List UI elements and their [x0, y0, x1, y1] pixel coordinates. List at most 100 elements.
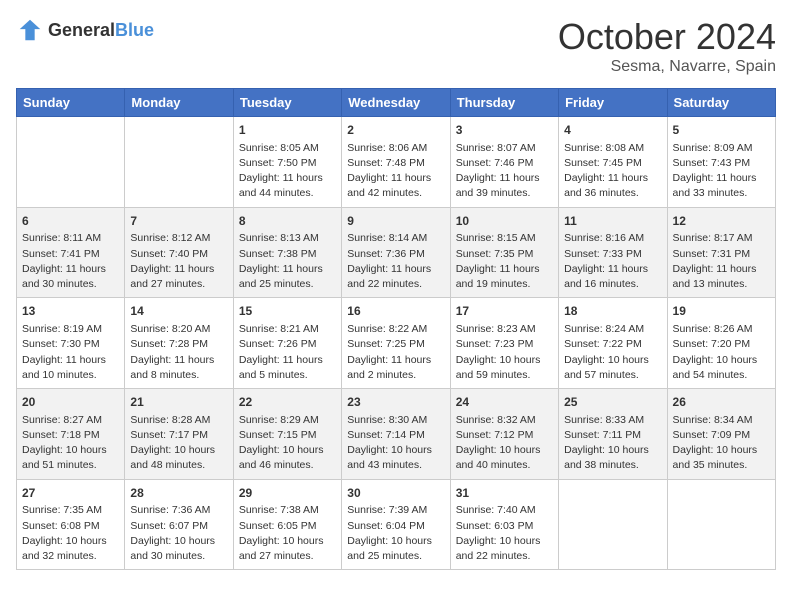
logo-icon: [16, 16, 44, 44]
day-number: 16: [347, 303, 444, 320]
day-number: 3: [456, 122, 553, 139]
cell-content: Sunrise: 7:36 AMSunset: 6:07 PMDaylight:…: [130, 503, 227, 564]
calendar-cell: 25 Sunrise: 8:33 AMSunset: 7:11 PMDayligh…: [559, 389, 667, 480]
calendar-cell: [125, 117, 233, 208]
location-title: Sesma, Navarre, Spain: [558, 58, 776, 76]
cell-content: Sunrise: 8:05 AMSunset: 7:50 PMDaylight:…: [239, 141, 336, 202]
day-number: 28: [130, 485, 227, 502]
day-number: 2: [347, 122, 444, 139]
calendar-cell: 20 Sunrise: 8:27 AMSunset: 7:18 PMDayligh…: [17, 389, 125, 480]
cell-content: Sunrise: 8:26 AMSunset: 7:20 PMDaylight:…: [673, 322, 770, 383]
day-number: 19: [673, 303, 770, 320]
cell-content: Sunrise: 8:29 AMSunset: 7:15 PMDaylight:…: [239, 413, 336, 474]
day-number: 8: [239, 213, 336, 230]
cell-content: Sunrise: 8:17 AMSunset: 7:31 PMDaylight:…: [673, 231, 770, 292]
day-number: 17: [456, 303, 553, 320]
cell-content: Sunrise: 8:08 AMSunset: 7:45 PMDaylight:…: [564, 141, 661, 202]
day-number: 24: [456, 394, 553, 411]
day-number: 7: [130, 213, 227, 230]
logo: GeneralBlue: [16, 16, 154, 44]
calendar-cell: 13 Sunrise: 8:19 AMSunset: 7:30 PMDayligh…: [17, 298, 125, 389]
day-number: 6: [22, 213, 119, 230]
cell-content: Sunrise: 8:19 AMSunset: 7:30 PMDaylight:…: [22, 322, 119, 383]
cell-content: Sunrise: 8:14 AMSunset: 7:36 PMDaylight:…: [347, 231, 444, 292]
logo-blue: Blue: [115, 20, 154, 40]
cell-content: Sunrise: 8:23 AMSunset: 7:23 PMDaylight:…: [456, 322, 553, 383]
cell-content: Sunrise: 8:22 AMSunset: 7:25 PMDaylight:…: [347, 322, 444, 383]
day-number: 18: [564, 303, 661, 320]
cell-content: Sunrise: 7:38 AMSunset: 6:05 PMDaylight:…: [239, 503, 336, 564]
calendar-cell: 11Sunrise: 8:16 AMSunset: 7:33 PMDayligh…: [559, 207, 667, 298]
day-number: 23: [347, 394, 444, 411]
calendar-cell: 4 Sunrise: 8:08 AMSunset: 7:45 PMDaylight…: [559, 117, 667, 208]
cell-content: Sunrise: 7:40 AMSunset: 6:03 PMDaylight:…: [456, 503, 553, 564]
calendar-cell: 24 Sunrise: 8:32 AMSunset: 7:12 PMDayligh…: [450, 389, 558, 480]
day-header-wednesday: Wednesday: [342, 89, 450, 117]
cell-content: Sunrise: 8:20 AMSunset: 7:28 PMDaylight:…: [130, 322, 227, 383]
day-header-tuesday: Tuesday: [233, 89, 341, 117]
calendar-cell: 27Sunrise: 7:35 AMSunset: 6:08 PMDayligh…: [17, 479, 125, 570]
day-number: 15: [239, 303, 336, 320]
calendar-cell: 6Sunrise: 8:11 AMSunset: 7:41 PMDaylight…: [17, 207, 125, 298]
cell-content: Sunrise: 8:09 AMSunset: 7:43 PMDaylight:…: [673, 141, 770, 202]
day-header-monday: Monday: [125, 89, 233, 117]
day-number: 22: [239, 394, 336, 411]
calendar-cell: 8Sunrise: 8:13 AMSunset: 7:38 PMDaylight…: [233, 207, 341, 298]
calendar-cell: 18 Sunrise: 8:24 AMSunset: 7:22 PMDayligh…: [559, 298, 667, 389]
day-number: 11: [564, 213, 661, 230]
cell-content: Sunrise: 8:32 AMSunset: 7:12 PMDaylight:…: [456, 413, 553, 474]
day-number: 21: [130, 394, 227, 411]
calendar-header-row: SundayMondayTuesdayWednesdayThursdayFrid…: [17, 89, 776, 117]
day-header-sunday: Sunday: [17, 89, 125, 117]
calendar-week-row: 27Sunrise: 7:35 AMSunset: 6:08 PMDayligh…: [17, 479, 776, 570]
cell-content: Sunrise: 8:30 AMSunset: 7:14 PMDaylight:…: [347, 413, 444, 474]
day-number: 1: [239, 122, 336, 139]
cell-content: Sunrise: 8:16 AMSunset: 7:33 PMDaylight:…: [564, 231, 661, 292]
calendar-week-row: 20 Sunrise: 8:27 AMSunset: 7:18 PMDayligh…: [17, 389, 776, 480]
cell-content: Sunrise: 8:12 AMSunset: 7:40 PMDaylight:…: [130, 231, 227, 292]
calendar-cell: 29Sunrise: 7:38 AMSunset: 6:05 PMDayligh…: [233, 479, 341, 570]
calendar-cell: 7Sunrise: 8:12 AMSunset: 7:40 PMDaylight…: [125, 207, 233, 298]
cell-content: Sunrise: 8:27 AMSunset: 7:18 PMDaylight:…: [22, 413, 119, 474]
cell-content: Sunrise: 8:21 AMSunset: 7:26 PMDaylight:…: [239, 322, 336, 383]
day-number: 27: [22, 485, 119, 502]
day-number: 5: [673, 122, 770, 139]
day-number: 13: [22, 303, 119, 320]
calendar-cell: 1 Sunrise: 8:05 AMSunset: 7:50 PMDaylight…: [233, 117, 341, 208]
calendar-cell: 9Sunrise: 8:14 AMSunset: 7:36 PMDaylight…: [342, 207, 450, 298]
day-number: 9: [347, 213, 444, 230]
calendar-cell: 23 Sunrise: 8:30 AMSunset: 7:14 PMDayligh…: [342, 389, 450, 480]
calendar-cell: 22 Sunrise: 8:29 AMSunset: 7:15 PMDayligh…: [233, 389, 341, 480]
calendar-cell: 12Sunrise: 8:17 AMSunset: 7:31 PMDayligh…: [667, 207, 775, 298]
cell-content: Sunrise: 8:11 AMSunset: 7:41 PMDaylight:…: [22, 231, 119, 292]
day-header-thursday: Thursday: [450, 89, 558, 117]
cell-content: Sunrise: 8:13 AMSunset: 7:38 PMDaylight:…: [239, 231, 336, 292]
calendar-cell: [667, 479, 775, 570]
cell-content: Sunrise: 8:24 AMSunset: 7:22 PMDaylight:…: [564, 322, 661, 383]
day-number: 26: [673, 394, 770, 411]
cell-content: Sunrise: 8:07 AMSunset: 7:46 PMDaylight:…: [456, 141, 553, 202]
day-number: 12: [673, 213, 770, 230]
calendar-week-row: 1 Sunrise: 8:05 AMSunset: 7:50 PMDaylight…: [17, 117, 776, 208]
calendar-cell: 2Sunrise: 8:06 AMSunset: 7:48 PMDaylight…: [342, 117, 450, 208]
month-title: October 2024: [558, 16, 776, 58]
page-header: GeneralBlue October 2024 Sesma, Navarre,…: [16, 16, 776, 76]
calendar-cell: 30Sunrise: 7:39 AMSunset: 6:04 PMDayligh…: [342, 479, 450, 570]
calendar-cell: [17, 117, 125, 208]
day-number: 4: [564, 122, 661, 139]
calendar-cell: 15 Sunrise: 8:21 AMSunset: 7:26 PMDayligh…: [233, 298, 341, 389]
day-number: 20: [22, 394, 119, 411]
cell-content: Sunrise: 7:39 AMSunset: 6:04 PMDaylight:…: [347, 503, 444, 564]
calendar-cell: 26Sunrise: 8:34 AMSunset: 7:09 PMDayligh…: [667, 389, 775, 480]
calendar-table: SundayMondayTuesdayWednesdayThursdayFrid…: [16, 88, 776, 570]
day-number: 30: [347, 485, 444, 502]
day-number: 31: [456, 485, 553, 502]
calendar-cell: 3 Sunrise: 8:07 AMSunset: 7:46 PMDaylight…: [450, 117, 558, 208]
day-number: 25: [564, 394, 661, 411]
calendar-cell: 28Sunrise: 7:36 AMSunset: 6:07 PMDayligh…: [125, 479, 233, 570]
cell-content: Sunrise: 7:35 AMSunset: 6:08 PMDaylight:…: [22, 503, 119, 564]
cell-content: Sunrise: 8:28 AMSunset: 7:17 PMDaylight:…: [130, 413, 227, 474]
calendar-week-row: 13 Sunrise: 8:19 AMSunset: 7:30 PMDayligh…: [17, 298, 776, 389]
cell-content: Sunrise: 8:33 AMSunset: 7:11 PMDaylight:…: [564, 413, 661, 474]
calendar-cell: [559, 479, 667, 570]
